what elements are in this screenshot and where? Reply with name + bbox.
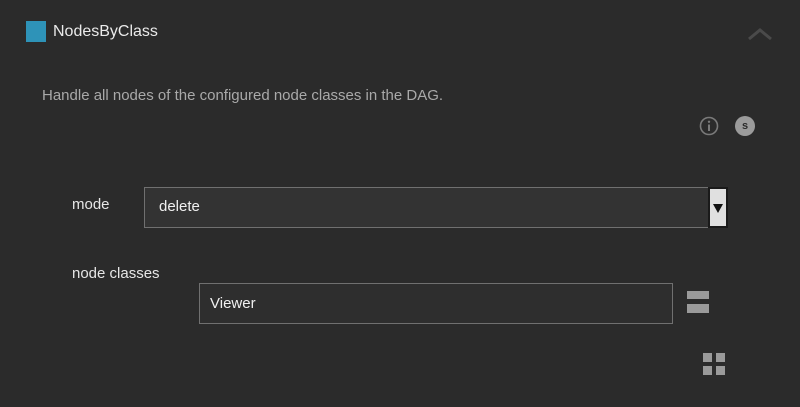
chevron-up-icon[interactable] [746,24,774,44]
mode-label: mode [72,196,110,213]
add-node-class-button[interactable] [703,353,725,375]
panel-title: NodesByClass [53,23,158,40]
panel-header[interactable]: NodesByClass [0,0,800,68]
info-icon[interactable] [699,116,719,136]
mode-select-value: delete [159,198,200,215]
nodes-by-class-panel: NodesByClass Handle all nodes of the con… [0,0,800,407]
dropdown-arrow-icon[interactable] [708,187,728,228]
remove-node-class-button[interactable] [687,291,709,313]
node-classes-label: node classes [72,265,160,282]
color-swatch [26,21,46,42]
mode-select[interactable]: delete [144,187,728,228]
minus-icon [687,299,709,304]
node-class-input[interactable] [199,283,673,324]
panel-description: Handle all nodes of the configured node … [42,87,444,104]
s-badge-icon[interactable]: s [735,116,755,136]
